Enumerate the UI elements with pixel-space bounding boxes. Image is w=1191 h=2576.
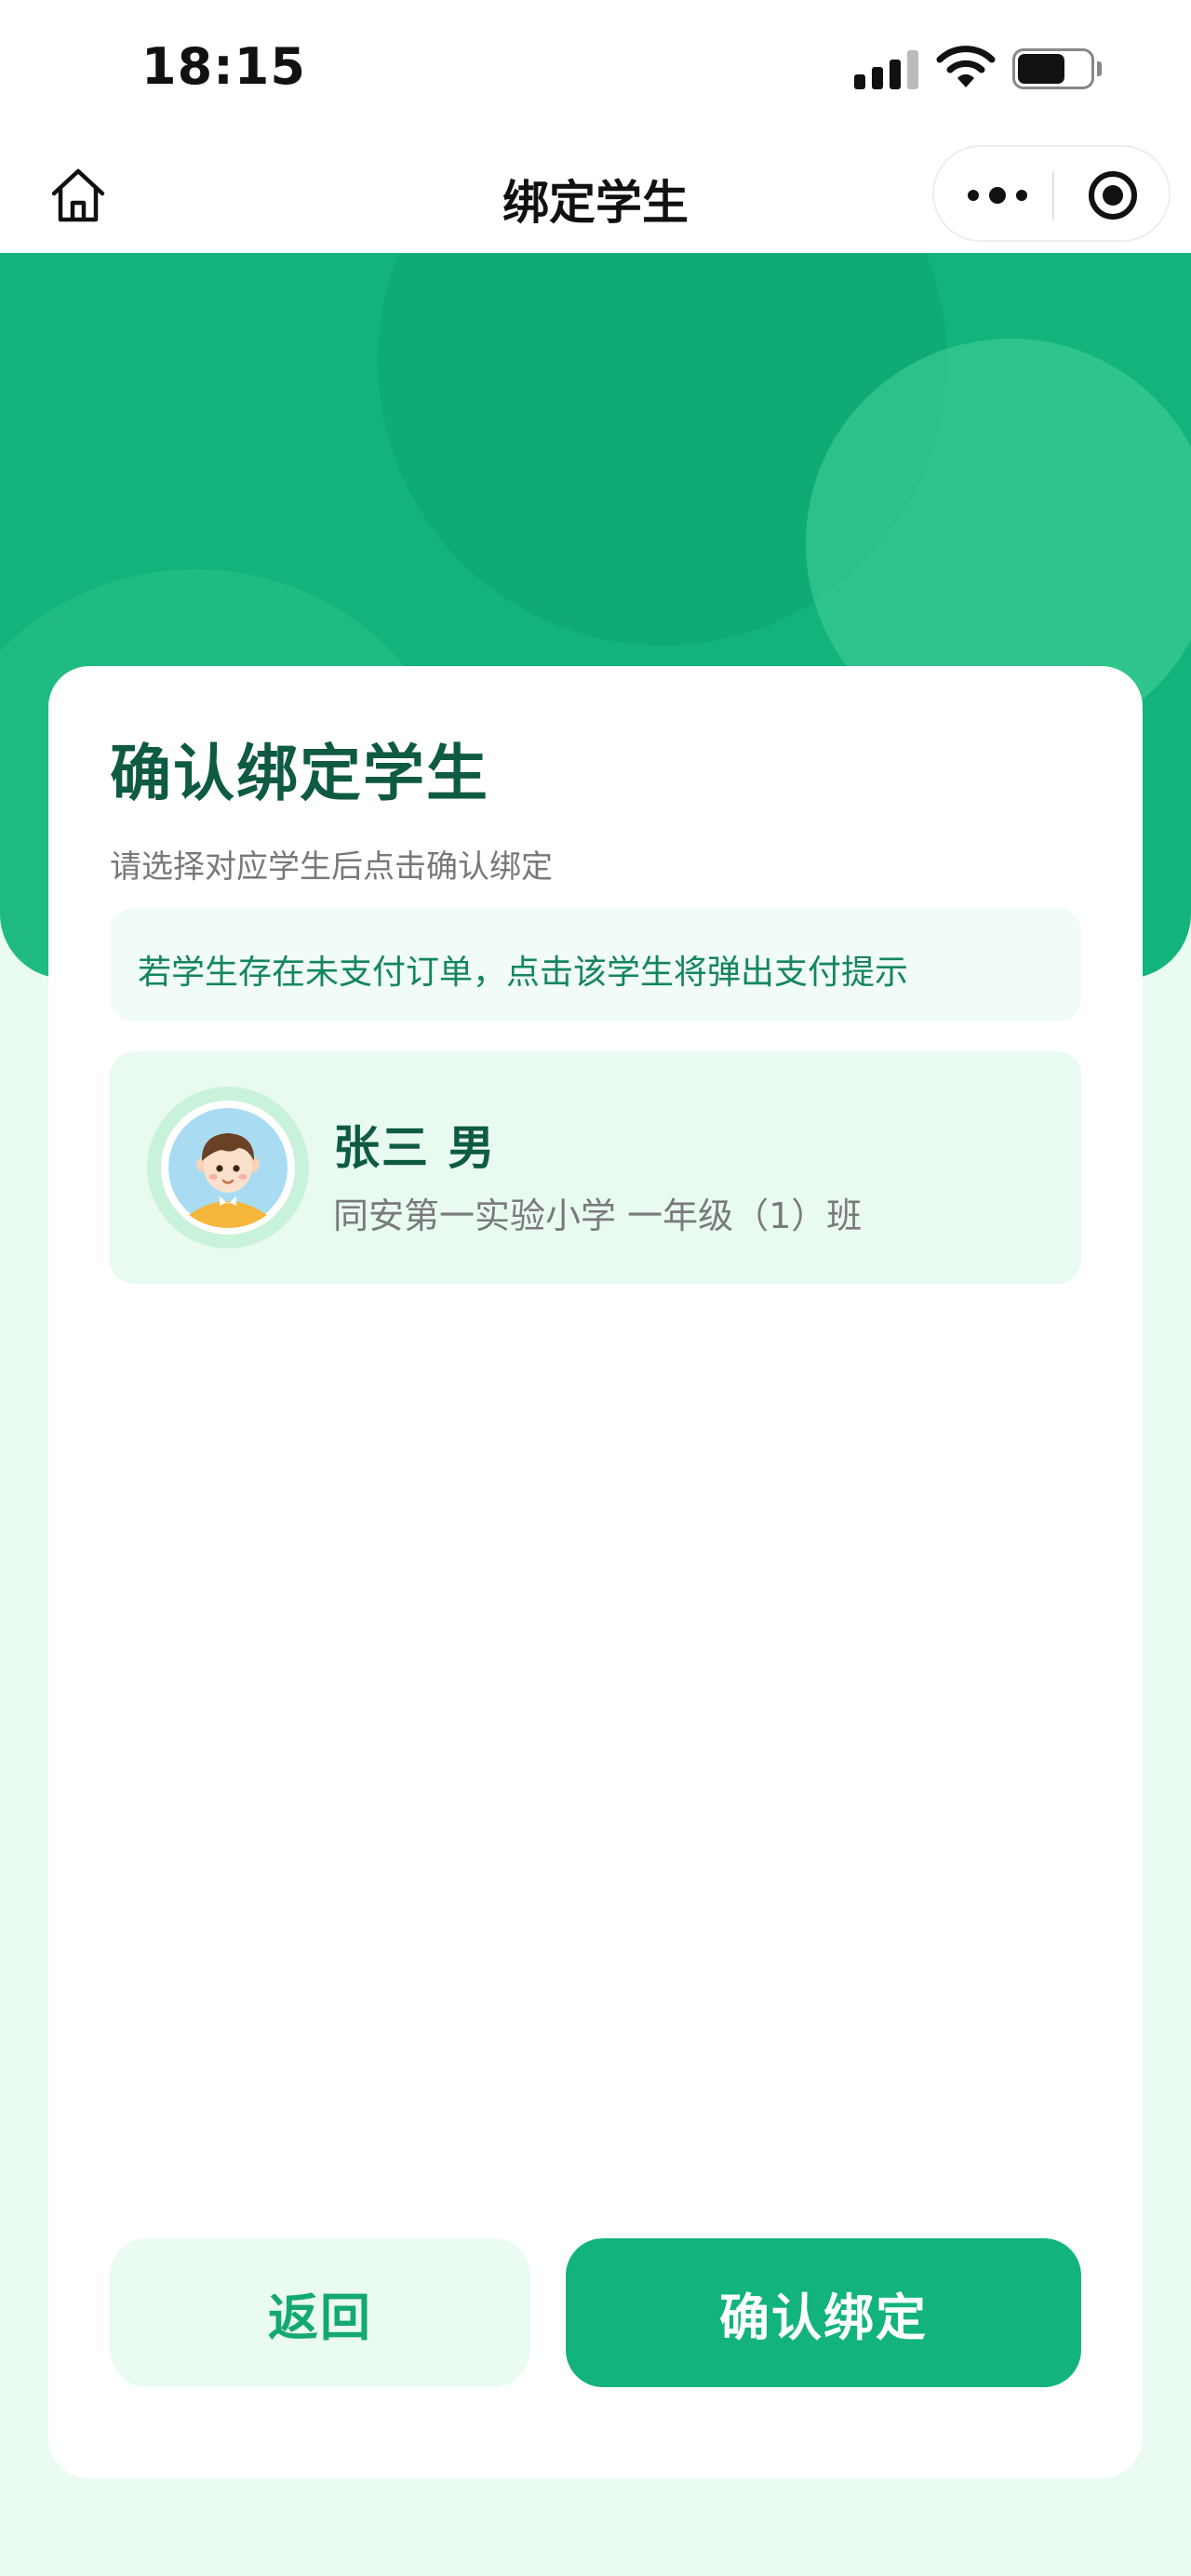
- wifi-icon: [936, 43, 996, 91]
- card-subtitle: 请选择对应学生后点击确认绑定: [110, 848, 553, 886]
- student-name: 张三 男: [333, 1121, 497, 1175]
- status-bar: 18:15: [0, 0, 1191, 138]
- card-title: 确认绑定学生: [110, 738, 489, 809]
- cellular-signal-icon: [854, 48, 919, 89]
- capsule-divider: [1052, 171, 1054, 220]
- more-dots-icon[interactable]: [968, 179, 1027, 212]
- status-time: 18:15: [141, 37, 306, 96]
- mini-program-capsule: [932, 145, 1171, 242]
- target-circle-icon[interactable]: [1089, 171, 1137, 220]
- student-item[interactable]: 张三 男 同安第一实验小学 一年级（1）班: [110, 1051, 1081, 1284]
- back-button[interactable]: 返回: [110, 2238, 530, 2387]
- confirm-bind-button[interactable]: 确认绑定: [566, 2238, 1081, 2387]
- student-school-class: 同安第一实验小学 一年级（1）班: [333, 1195, 863, 1236]
- notice-text: 若学生存在未支付订单，点击该学生将弹出支付提示: [138, 954, 909, 992]
- boy-avatar-icon: [147, 1087, 309, 1248]
- navigation-bar: 绑定学生: [0, 138, 1191, 253]
- page: 18:15 绑定学生 确认绑定学生 请选择对应学生后点击确认绑定 若学生存在未支…: [0, 0, 1191, 2576]
- payment-notice: 若学生存在未支付订单，点击该学生将弹出支付提示: [110, 908, 1081, 1021]
- battery-icon: [1012, 48, 1102, 89]
- confirm-bind-card: 确认绑定学生 请选择对应学生后点击确认绑定 若学生存在未支付订单，点击该学生将弹…: [48, 666, 1143, 2478]
